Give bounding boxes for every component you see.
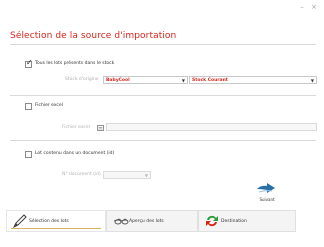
document-number-label: N° document (id) [62,172,101,177]
document-label: Lot contenu dans un document (id) [35,151,115,156]
stock-target-select[interactable]: Stock Courant ▼ [189,76,317,84]
exchange-arrows-icon [206,215,218,227]
all-lots-label: Tous les lots présents dans le stock [35,61,115,66]
tab-lot-preview[interactable]: Aperçu des lots [106,210,198,232]
checkmark-icon: ✓ [26,58,33,67]
page-title: Sélection de la source d'importation [10,31,177,41]
stock-origin-value: BabyCool [106,78,130,83]
dropdown-arrow-icon: ▼ [181,78,185,83]
minimize-button[interactable]: – [297,3,307,12]
excel-file-input[interactable] [106,123,317,131]
folder-icon [97,125,104,131]
glasses-icon [113,218,129,225]
document-checkbox[interactable] [25,151,32,158]
excel-checkbox[interactable] [25,103,32,110]
browse-file-button[interactable] [97,124,104,131]
next-button-label: Suivant [259,197,275,202]
stock-origin-select[interactable]: BabyCool ▼ [103,76,188,84]
pen-icon [13,214,27,228]
wizard-tabs: Sélection des lots Aperçu des lots Desti… [6,210,318,232]
next-button[interactable]: Suivant [255,181,279,205]
close-icon: × [311,3,317,11]
close-button[interactable]: × [309,3,319,12]
tab-lot-preview-label: Aperçu des lots [129,219,164,224]
section-divider [10,95,316,96]
document-number-select[interactable]: ▼ [103,171,151,179]
title-divider [10,44,316,45]
tab-destination-label: Destination [221,219,247,224]
tab-lot-selection[interactable]: Sélection des lots [6,210,106,232]
all-lots-checkbox[interactable]: ✓ [25,58,33,68]
stock-origin-label: Stock d'origine [65,77,99,82]
active-tab-indicator [11,228,101,229]
excel-file-label: Fichier excel [62,125,90,130]
import-window: – × Sélection de la source d'importation… [0,0,324,247]
window-titlebar: – × [0,0,324,17]
right-arrow-icon [257,183,275,193]
stock-target-value: Stock Courant [192,78,228,83]
tab-destination[interactable]: Destination [198,210,296,232]
dropdown-arrow-icon: ▼ [144,173,148,178]
tab-lot-selection-label: Sélection des lots [29,219,69,224]
excel-label: Fichier excel [35,103,63,108]
minimize-icon: – [300,3,304,11]
dropdown-arrow-icon: ▼ [310,78,314,83]
section-divider [10,140,316,141]
